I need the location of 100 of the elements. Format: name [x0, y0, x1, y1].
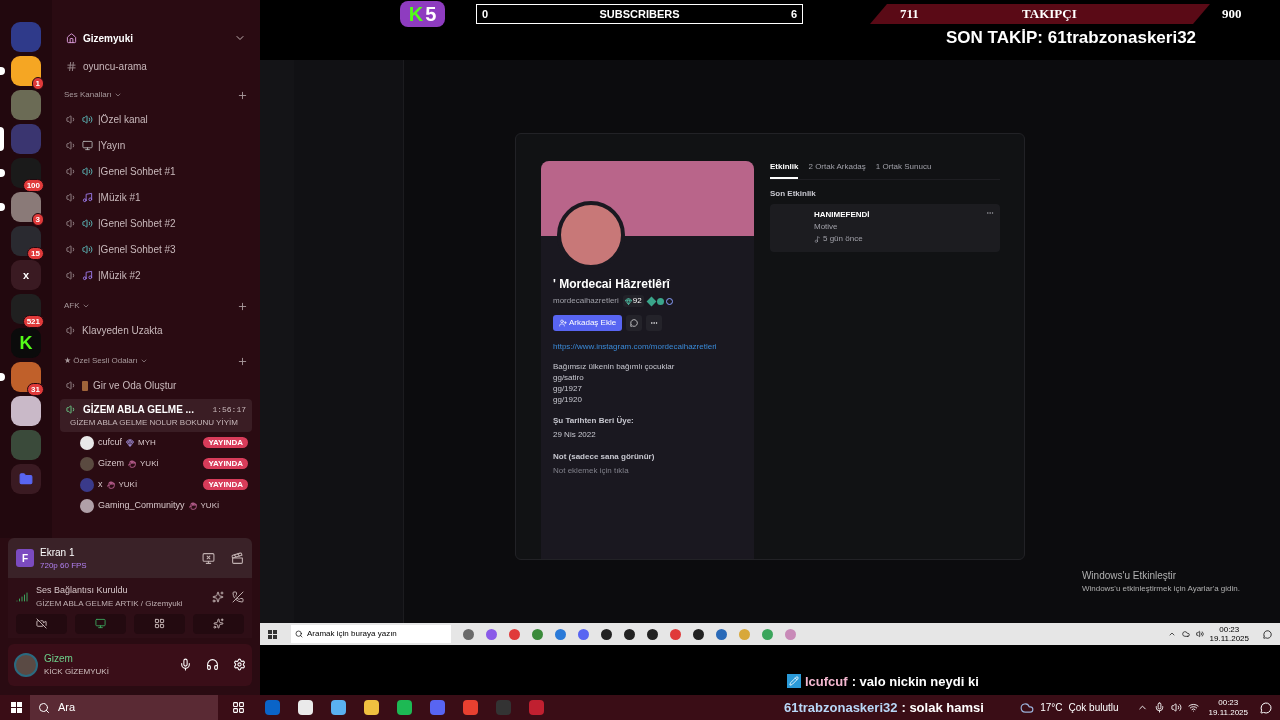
- app-icon[interactable]: [693, 628, 704, 640]
- server-icon[interactable]: [11, 362, 41, 392]
- channel-name[interactable]: oyuncu-arama: [83, 58, 147, 74]
- channel-name: GİZEM ABLA GELME ...: [83, 402, 195, 417]
- network-icon[interactable]: [1187, 702, 1199, 713]
- folder-icon: [19, 472, 33, 486]
- server-name: Gizemyuki: [83, 31, 135, 46]
- member-since-date: 29 Nis 2022: [553, 429, 597, 441]
- gem-icon: [126, 438, 134, 447]
- user-status: KİCK GİZEMYUKİ: [44, 666, 110, 678]
- search-field[interactable]: Ara: [30, 695, 218, 720]
- message-button[interactable]: [626, 315, 643, 331]
- server-icon[interactable]: [11, 56, 41, 86]
- volume-icon[interactable]: [1170, 702, 1182, 713]
- channel-name[interactable]: Gir ve Oda Oluştur: [93, 378, 177, 393]
- search-icon: [295, 630, 303, 638]
- chevron-up-icon[interactable]: [1167, 630, 1176, 638]
- app-icon[interactable]: [298, 700, 313, 715]
- stop-stream-icon[interactable]: [202, 551, 215, 565]
- server-icon[interactable]: x: [11, 260, 41, 290]
- channel-name[interactable]: |Genel Sohbet #2: [98, 216, 176, 231]
- hand-icon: [128, 459, 136, 468]
- plus-icon[interactable]: [237, 355, 248, 367]
- search-field[interactable]: Aramak için buraya yazın: [291, 625, 451, 643]
- server-icon[interactable]: [11, 396, 41, 426]
- server-icon[interactable]: K: [11, 328, 41, 358]
- windows-icon[interactable]: [11, 702, 22, 713]
- noise-suppression-icon[interactable]: [212, 590, 224, 603]
- microphone-icon[interactable]: [1153, 702, 1165, 713]
- speaker-icon: [66, 380, 77, 391]
- channel-name[interactable]: |Müzik #2: [98, 268, 141, 283]
- badge-count: 15: [27, 247, 44, 260]
- server-icon[interactable]: [11, 226, 41, 256]
- channel-name[interactable]: |Özel kanal: [98, 112, 148, 127]
- weather-text: Çok bulutlu: [1068, 701, 1119, 715]
- live-badge: YAYINDA: [203, 437, 248, 448]
- note-field[interactable]: Not eklemek için tıkla: [553, 465, 742, 477]
- profile-tab[interactable]: Etkinlik: [770, 161, 799, 179]
- instagram-link[interactable]: https://www.instagram.com/mordecaihazretleri: [553, 341, 742, 353]
- app-icon[interactable]: [601, 628, 612, 640]
- goal-start: 0: [482, 6, 489, 22]
- add-friend-button[interactable]: Arkadaş Ekle: [553, 315, 623, 331]
- member-tag: MYH: [138, 436, 200, 449]
- more-icon[interactable]: [986, 209, 994, 217]
- speaker-icon: [66, 218, 77, 229]
- notifications-icon[interactable]: [1263, 629, 1272, 639]
- screen-share-button[interactable]: [75, 613, 126, 634]
- bio-line: Bağımsız ülkenin bağımlı çocuklar: [553, 361, 676, 372]
- call-duration: 1:56:17: [212, 403, 246, 416]
- windows-icon[interactable]: [268, 629, 277, 639]
- clapperboard-icon[interactable]: [231, 551, 244, 565]
- active-voice-channel[interactable]: GİZEM ABLA GELME ... 1:56:17 GİZEM ABLA GELME NOLUR BOKUNU YİYİM: [60, 399, 252, 432]
- app-icon[interactable]: [647, 628, 658, 640]
- category-label[interactable]: AFK: [64, 300, 80, 312]
- channel-name[interactable]: |Genel Sohbet #3: [98, 242, 176, 257]
- hand-icon: [106, 480, 115, 489]
- activities-button[interactable]: [134, 613, 185, 634]
- last-follower: SON TAKİP: 61trabzonaskeri32: [946, 28, 1198, 48]
- plus-icon[interactable]: [237, 300, 248, 312]
- profile-name: ' Mordecai Hâzretlêrî: [553, 276, 671, 293]
- member-name[interactable]: Gizem: [98, 456, 124, 471]
- clock-time: 00:23: [1218, 697, 1239, 708]
- channel-name[interactable]: |Yayın: [98, 138, 126, 153]
- bio-line: gg/1927: [553, 383, 583, 394]
- channel-name[interactable]: |Genel Sohbet #1: [98, 164, 176, 179]
- door-icon: [82, 380, 88, 391]
- live-badge: YAYINDA: [203, 479, 248, 490]
- temperature: 17°C: [1040, 701, 1063, 715]
- channel-name[interactable]: |Müzik #1: [98, 190, 141, 205]
- settings-icon[interactable]: [233, 658, 246, 671]
- sparkle-icon: [213, 618, 224, 629]
- channel-name[interactable]: Klavyeden Uzakta: [82, 323, 163, 338]
- app-icon[interactable]: [624, 628, 635, 640]
- camera-off-button[interactable]: [16, 613, 67, 634]
- volume-icon[interactable]: [1195, 630, 1204, 638]
- headphones-icon[interactable]: [206, 658, 219, 671]
- member-name[interactable]: Gaming_Communityy: [98, 498, 185, 513]
- profile-tab[interactable]: 1 Ortak Sunucu: [875, 161, 932, 179]
- music-note-icon: [82, 192, 93, 203]
- speaker-icon: [66, 244, 77, 255]
- microphone-icon[interactable]: [179, 658, 192, 671]
- category-label[interactable]: Ses Kanalları: [64, 89, 112, 101]
- server-icon[interactable]: [11, 294, 41, 324]
- server-icon[interactable]: [11, 158, 41, 188]
- category-label[interactable]: ★ Özel Sesli Odaları: [64, 355, 138, 367]
- more-button[interactable]: [646, 315, 663, 331]
- task-view-icon[interactable]: [232, 701, 245, 714]
- disconnect-icon[interactable]: [232, 590, 244, 603]
- speaker-icon: [82, 244, 93, 255]
- member-name[interactable]: cufcuf: [98, 435, 122, 450]
- plus-icon[interactable]: [237, 89, 248, 101]
- soundboard-button[interactable]: [193, 613, 244, 634]
- member-name[interactable]: x: [98, 477, 103, 492]
- bio-line: gg/1920: [553, 394, 583, 405]
- username: mordecaihazretleri: [553, 295, 619, 307]
- chat-username: lcufcuf: [805, 672, 848, 691]
- speaker-icon: [66, 166, 77, 177]
- music-note-icon: [814, 235, 821, 243]
- profile-tab[interactable]: 2 Ortak Arkadaş: [808, 161, 866, 179]
- speaker-icon: [82, 166, 93, 177]
